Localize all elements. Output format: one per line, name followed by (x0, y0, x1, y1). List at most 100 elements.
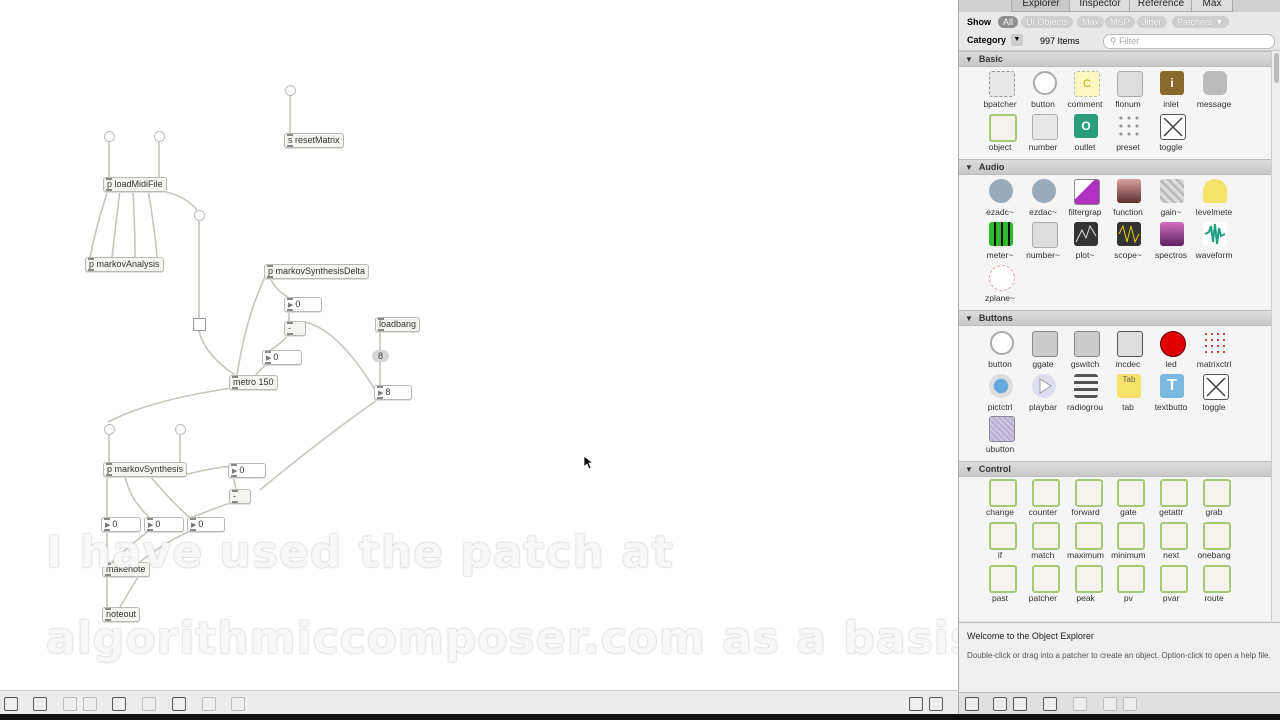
category-dropdown-icon[interactable]: ▼ (1011, 34, 1023, 46)
inlet-metro[interactable] (194, 210, 205, 221)
item-incdec[interactable]: incdec (1106, 331, 1150, 374)
item-control[interactable]: counter (1021, 479, 1065, 522)
item-waveform[interactable]: waveform (1192, 222, 1236, 265)
section-audio[interactable]: ▼ Audio (959, 159, 1271, 175)
object-load-midi-file[interactable]: p loadMidiFile (103, 177, 167, 192)
split-view-icon[interactable] (909, 697, 923, 711)
item-message[interactable]: message (1192, 71, 1236, 114)
snapshot-icon[interactable] (231, 697, 245, 711)
item-control[interactable]: match (1021, 522, 1065, 565)
item-radiogroup[interactable]: radiogrou (1063, 374, 1107, 417)
filter-all[interactable]: All (998, 16, 1019, 28)
inlet-load-1[interactable] (104, 131, 115, 142)
item-control[interactable]: pv (1106, 565, 1150, 608)
tab-inspector[interactable]: Inspector (1069, 0, 1131, 12)
grid-view-icon[interactable] (993, 697, 1007, 711)
number-box-6[interactable]: ▶ 0 (144, 517, 184, 532)
number-box-2[interactable]: ▶ 0 (262, 350, 302, 365)
message-box-8[interactable]: 8 (372, 350, 390, 362)
item-object[interactable]: object (978, 114, 1022, 157)
item-outlet[interactable]: Ooutlet (1063, 114, 1107, 157)
object-makenote[interactable]: makenote (102, 562, 150, 577)
info-icon[interactable] (142, 697, 156, 711)
number-box-4[interactable]: ▶ 0 (228, 463, 266, 478)
item-number-tilde[interactable]: number~ (1021, 222, 1065, 265)
item-inlet[interactable]: i inlet (1149, 71, 1193, 114)
item-control[interactable]: patcher (1021, 565, 1065, 608)
item-control[interactable]: if (978, 522, 1022, 565)
lock-icon[interactable] (4, 697, 18, 711)
toggle-metro[interactable] (193, 318, 206, 331)
tab-explorer[interactable]: Explorer (1011, 0, 1071, 12)
presentation-icon[interactable] (33, 697, 47, 711)
filter-jitter[interactable]: Jitter (1137, 16, 1167, 28)
item-control[interactable]: maximum (1064, 522, 1108, 565)
item-pictctrl[interactable]: pictctrl (978, 374, 1022, 417)
debug-icon[interactable] (172, 697, 186, 711)
item-function[interactable]: function (1106, 179, 1150, 222)
item-filtergraph[interactable]: filtergrap (1063, 179, 1107, 222)
item-scope[interactable]: scope~ (1106, 222, 1150, 265)
item-led[interactable]: led (1149, 331, 1193, 374)
object-minus-1[interactable]: - (284, 321, 306, 336)
object-minus-2[interactable]: - (229, 489, 251, 504)
add-icon[interactable] (1073, 697, 1087, 711)
item-spectroscope[interactable]: spectros (1149, 222, 1193, 265)
item-number[interactable]: number (1021, 114, 1065, 157)
object-markov-analysis[interactable]: p markovAnalysis (85, 257, 164, 272)
grid-icon[interactable] (63, 697, 77, 711)
item-control[interactable]: minimum (1106, 522, 1150, 565)
settings-icon[interactable] (965, 697, 979, 711)
info-icon[interactable] (1103, 697, 1117, 711)
list-view-icon[interactable] (1013, 697, 1027, 711)
item-control[interactable]: pvar (1149, 565, 1193, 608)
item-bpatcher[interactable]: bpatcher (978, 71, 1022, 114)
item-matrixctrl[interactable]: matrixctrl (1192, 331, 1236, 374)
object-metro[interactable]: metro 150 (229, 375, 278, 390)
inlet-reset[interactable] (285, 85, 296, 96)
object-markov-synthesis-delta[interactable]: p markovSynthesisDelta (264, 264, 370, 279)
tab-max[interactable]: Max (1191, 0, 1233, 12)
item-control[interactable]: forward (1064, 479, 1108, 522)
clipboard-icon[interactable] (202, 697, 216, 711)
item-zplane[interactable]: zplane~ (978, 265, 1022, 308)
filter-msp[interactable]: MSP (1105, 16, 1135, 28)
item-control[interactable]: grab (1192, 479, 1236, 522)
eye-icon[interactable] (1043, 697, 1057, 711)
object-markov-synthesis[interactable]: p markovSynthesis (103, 462, 188, 477)
sidebar-toggle-icon[interactable] (929, 697, 943, 711)
item-ezadc[interactable]: ezadc~ (978, 179, 1022, 222)
item-levelmeter[interactable]: levelmete (1192, 179, 1236, 222)
item-meter[interactable]: meter~ (978, 222, 1022, 265)
scrollbar-thumb[interactable] (1274, 53, 1279, 83)
item-control[interactable]: change (978, 479, 1022, 522)
inlet-synth-1[interactable] (104, 424, 115, 435)
tab-reference[interactable]: Reference (1129, 0, 1193, 12)
patcher-canvas[interactable]: s resetMatrix p loadMidiFile p markovAna… (0, 0, 958, 690)
item-textbutton[interactable]: Ttextbutto (1149, 374, 1193, 417)
item-preset[interactable]: preset (1106, 114, 1150, 157)
help-icon[interactable] (1123, 697, 1137, 711)
filter-input[interactable]: ⚲ Filter (1103, 34, 1275, 49)
section-basic[interactable]: ▼ Basic (959, 51, 1271, 67)
item-button[interactable]: button (1021, 71, 1065, 114)
item-control[interactable]: onebang (1192, 522, 1236, 565)
item-control[interactable]: next (1149, 522, 1193, 565)
inlet-load-2[interactable] (154, 131, 165, 142)
item-control[interactable]: route (1192, 565, 1236, 608)
item-control[interactable]: getattr (1149, 479, 1193, 522)
item-flonum[interactable]: flonum (1106, 71, 1150, 114)
section-control[interactable]: ▼ Control (959, 461, 1271, 477)
item-control[interactable]: peak (1064, 565, 1108, 608)
item-toggle-2[interactable]: toggle (1192, 374, 1236, 417)
item-plot[interactable]: plot~ (1063, 222, 1107, 265)
number-box-3[interactable]: ▶ 8 (374, 385, 412, 400)
item-comment[interactable]: Ccomment (1063, 71, 1107, 114)
item-ezdac[interactable]: ezdac~ (1021, 179, 1065, 222)
item-ubutton[interactable]: ubutton (978, 416, 1022, 459)
number-box-1[interactable]: ▶ 0 (284, 297, 322, 312)
object-noteout[interactable]: noteout (102, 607, 141, 622)
item-playbar[interactable]: playbar (1021, 374, 1065, 417)
item-control[interactable]: gate (1106, 479, 1150, 522)
item-gswitch[interactable]: gswitch (1063, 331, 1107, 374)
